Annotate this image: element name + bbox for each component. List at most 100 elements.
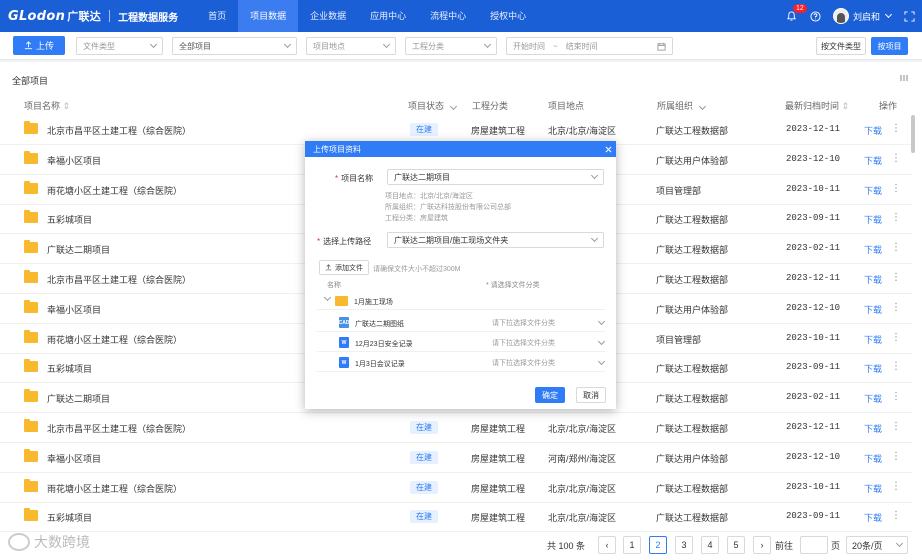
cancel-button[interactable]: 取消 <box>576 387 606 403</box>
file-row[interactable]: W 12月23日安全记录 请下拉选择文件分类 <box>317 334 606 352</box>
goto-page-input[interactable] <box>800 536 828 554</box>
more-icon[interactable]: ⋮ <box>891 481 901 492</box>
next-page-button[interactable]: › <box>753 536 771 554</box>
project-name[interactable]: 广联达二期项目 <box>47 243 110 256</box>
more-icon[interactable]: ⋮ <box>891 123 901 134</box>
upload-path-select[interactable]: 广联达二期项目/施工现场文件夹 <box>387 232 604 248</box>
page-button[interactable]: 2 <box>649 536 667 554</box>
modal-project-select[interactable]: 广联达二期项目 <box>387 169 604 185</box>
page-button[interactable]: 3 <box>675 536 693 554</box>
chevron-down-icon[interactable] <box>884 9 892 23</box>
settings-columns-icon[interactable] <box>900 74 908 82</box>
page-button[interactable]: 5 <box>727 536 745 554</box>
range-separator: ~ <box>553 41 558 51</box>
more-icon[interactable]: ⋮ <box>891 361 901 372</box>
project-name[interactable]: 北京市昌平区土建工程（综合医院） <box>47 273 191 286</box>
user-name[interactable]: 刘启和 <box>853 10 880 23</box>
close-icon[interactable] <box>600 141 616 157</box>
page-button[interactable]: 4 <box>701 536 719 554</box>
table-row[interactable]: 北京市昌平区土建工程（综合医院） 在建 房屋建筑工程 北京/北京/海淀区 广联达工程数据… <box>0 413 912 443</box>
file-category-select[interactable]: 请下拉选择文件分类 <box>486 337 606 349</box>
nav-auth-center[interactable]: 授权中心 <box>478 0 538 32</box>
project-name[interactable]: 五彩城项目 <box>47 362 92 375</box>
chevron-down-icon[interactable] <box>323 293 332 302</box>
download-link[interactable]: 下载 <box>864 333 882 346</box>
download-link[interactable]: 下载 <box>864 511 882 524</box>
page-button[interactable]: 1 <box>623 536 641 554</box>
more-icon[interactable]: ⋮ <box>891 153 901 164</box>
table-row[interactable]: 五彩城项目 在建 房屋建筑工程 北京/北京/海淀区 广联达工程数据部 2023-09-11… <box>0 502 912 533</box>
project-select[interactable]: 全部项目 <box>172 37 297 55</box>
project-name[interactable]: 雨花塘小区土建工程（综合医院） <box>47 333 182 346</box>
more-icon[interactable]: ⋮ <box>891 212 901 223</box>
col-org[interactable]: 所属组织 <box>657 99 706 112</box>
project-name[interactable]: 五彩城项目 <box>47 511 92 524</box>
download-link[interactable]: 下载 <box>864 184 882 197</box>
location-select[interactable]: 项目地点 <box>306 37 396 55</box>
more-icon[interactable]: ⋮ <box>891 451 901 462</box>
folder-row[interactable]: 1月施工现场 <box>317 292 605 310</box>
by-project-label: 按项目 <box>877 41 902 51</box>
confirm-button[interactable]: 确定 <box>535 387 565 403</box>
add-file-button[interactable]: 添加文件 <box>319 260 369 275</box>
more-icon[interactable]: ⋮ <box>891 272 901 283</box>
download-link[interactable]: 下载 <box>864 213 882 226</box>
project-name[interactable]: 雨花塘小区土建工程（综合医院） <box>47 482 182 495</box>
prev-page-button[interactable]: ‹ <box>598 536 616 554</box>
nav-enterprise-data[interactable]: 企业数据 <box>298 0 358 32</box>
table-row[interactable]: 幸福小区项目 在建 房屋建筑工程 河南/郑州/海淀区 广联达用户体验部 2023-12-1… <box>0 443 912 473</box>
table-scrollbar[interactable] <box>911 115 915 153</box>
by-project-button[interactable]: 按项目 <box>871 37 908 55</box>
glodon-logo[interactable]: GLodon 广联达 <box>8 8 101 24</box>
download-link[interactable]: 下载 <box>864 124 882 137</box>
nav-process-center[interactable]: 流程中心 <box>418 0 478 32</box>
download-link[interactable]: 下载 <box>864 452 882 465</box>
upload-path-label-text: 选择上传路径 <box>323 237 372 246</box>
nav-app-center[interactable]: 应用中心 <box>358 0 418 32</box>
file-category-select[interactable]: 请下拉选择文件分类 <box>486 357 606 369</box>
more-icon[interactable]: ⋮ <box>891 332 901 343</box>
download-link[interactable]: 下载 <box>864 362 882 375</box>
more-icon[interactable]: ⋮ <box>891 242 901 253</box>
project-name[interactable]: 广联达二期项目 <box>47 392 110 405</box>
more-icon[interactable]: ⋮ <box>891 391 901 402</box>
page-size-select[interactable]: 20条/页 <box>846 536 908 554</box>
download-link[interactable]: 下载 <box>864 243 882 256</box>
file-type-select[interactable]: 文件类型 <box>76 37 163 55</box>
download-link[interactable]: 下载 <box>864 273 882 286</box>
user-avatar[interactable] <box>832 8 849 24</box>
col-status[interactable]: 项目状态 <box>408 99 457 112</box>
more-icon[interactable]: ⋮ <box>891 183 901 194</box>
help-icon[interactable] <box>809 9 823 23</box>
project-name[interactable]: 雨花塘小区土建工程（综合医院） <box>47 184 182 197</box>
col-archive-time[interactable]: 最新归档时间 ⇕ <box>785 99 849 112</box>
more-icon[interactable]: ⋮ <box>891 510 901 521</box>
project-name[interactable]: 北京市昌平区土建工程（综合医院） <box>47 422 191 435</box>
location-cell: 北京/北京/海淀区 <box>548 513 617 524</box>
file-row[interactable]: CAD 广联达二期图纸 请下拉选择文件分类 <box>317 314 606 332</box>
project-name[interactable]: 五彩城项目 <box>47 213 92 226</box>
date-range-picker[interactable]: 开始时间 ~ 结束时间 <box>506 37 673 55</box>
download-link[interactable]: 下载 <box>864 482 882 495</box>
table-row[interactable]: 雨花塘小区土建工程（综合医院） 在建 房屋建筑工程 北京/北京/海淀区 广联达工程数据部… <box>0 473 912 503</box>
project-name[interactable]: 北京市昌平区土建工程（综合医院） <box>47 124 191 137</box>
fullscreen-icon[interactable] <box>902 9 916 23</box>
project-name[interactable]: 幸福小区项目 <box>47 452 101 465</box>
file-row[interactable]: W 1月3日会议记录 请下拉选择文件分类 <box>317 354 606 372</box>
col-project-name[interactable]: 项目名称 ⇕ <box>24 99 70 112</box>
file-category-select[interactable]: 请下拉选择文件分类 <box>486 317 606 329</box>
category-select[interactable]: 工程分类 <box>405 37 497 55</box>
nav-project-data[interactable]: 项目数据 <box>238 0 299 32</box>
notification-bell-icon[interactable]: 12 <box>785 4 807 23</box>
by-file-type-button[interactable]: 按文件类型 <box>816 37 866 55</box>
download-link[interactable]: 下载 <box>864 303 882 316</box>
download-link[interactable]: 下载 <box>864 392 882 405</box>
download-link[interactable]: 下载 <box>864 422 882 435</box>
upload-button[interactable]: 上传 <box>13 36 65 55</box>
more-icon[interactable]: ⋮ <box>891 421 901 432</box>
project-name[interactable]: 幸福小区项目 <box>47 154 101 167</box>
more-icon[interactable]: ⋮ <box>891 302 901 313</box>
download-link[interactable]: 下载 <box>864 154 882 167</box>
nav-home[interactable]: 首页 <box>196 0 238 32</box>
project-name[interactable]: 幸福小区项目 <box>47 303 101 316</box>
